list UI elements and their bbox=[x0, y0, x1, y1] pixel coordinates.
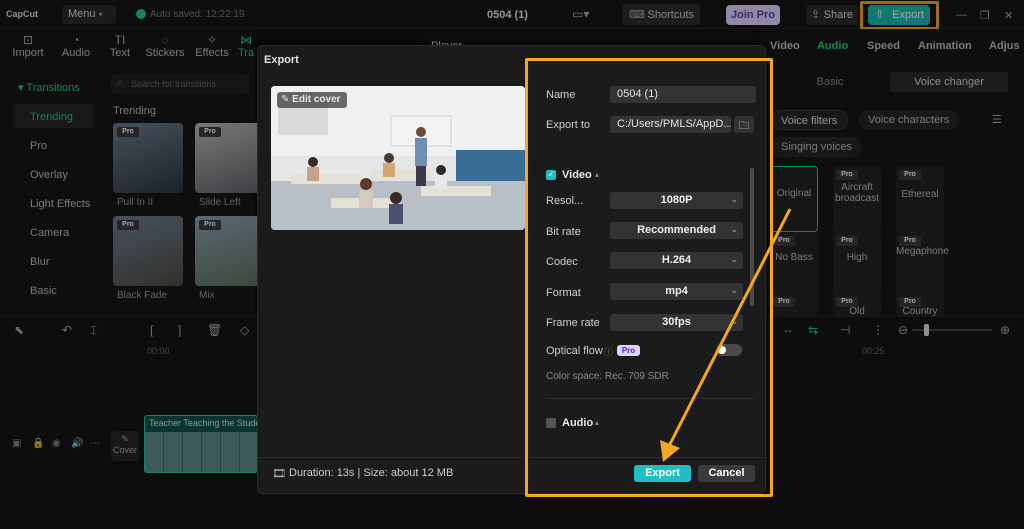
annotation-arrow bbox=[660, 208, 792, 462]
